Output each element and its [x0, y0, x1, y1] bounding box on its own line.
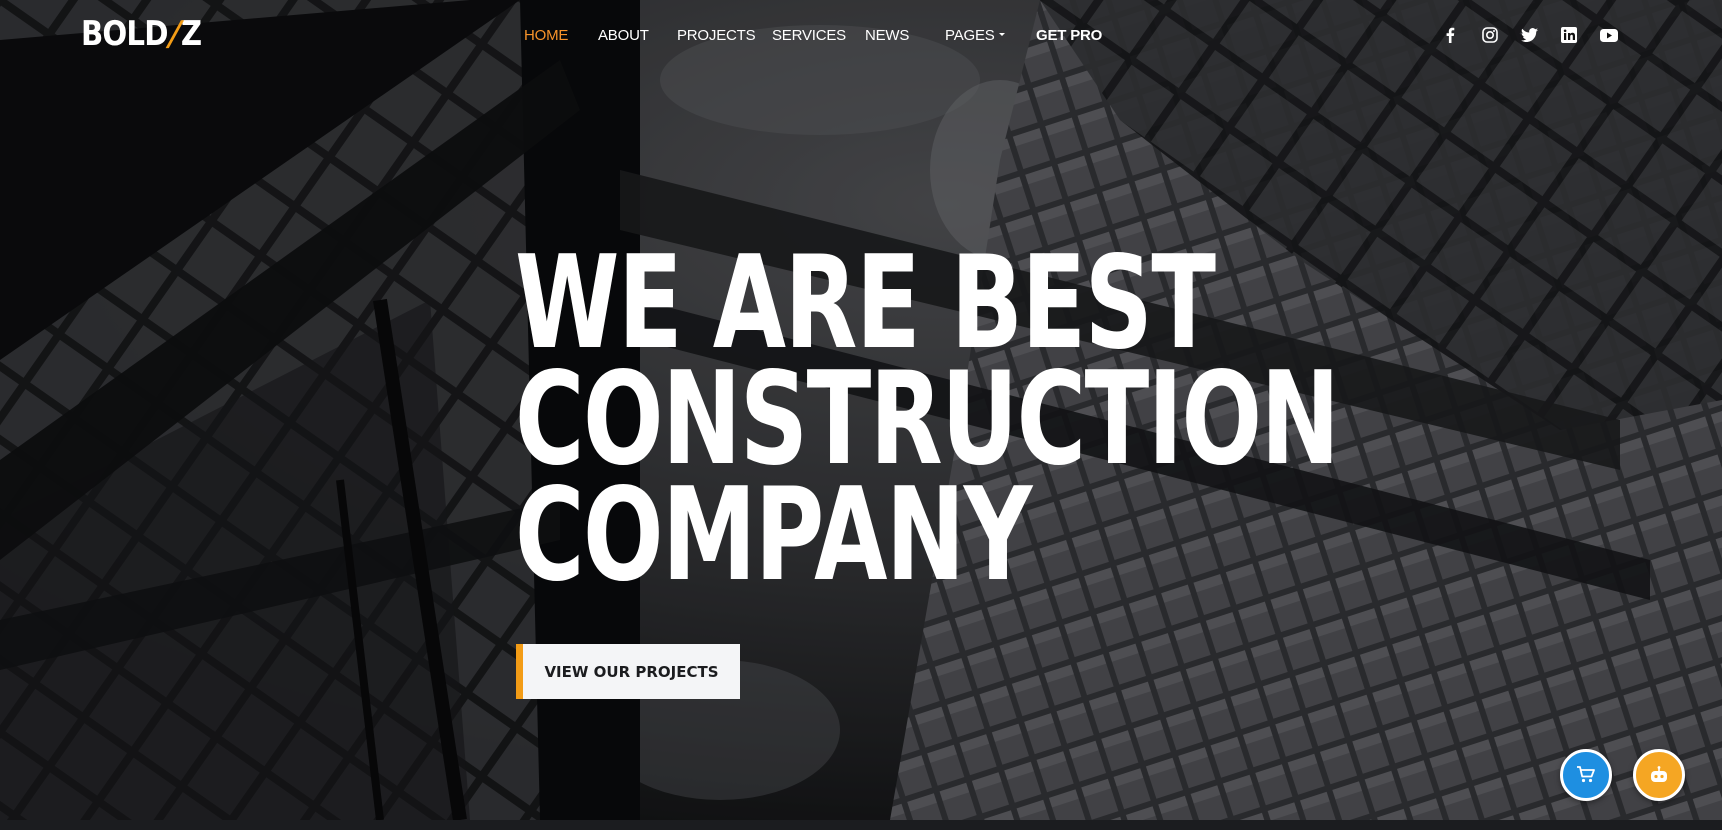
footer-edge — [0, 820, 1722, 830]
view-projects-button[interactable]: VIEW OUR PROJECTS — [516, 644, 740, 699]
nav-about[interactable]: ABOUT — [598, 22, 649, 50]
chatbot-button[interactable] — [1633, 749, 1685, 801]
cart-button[interactable] — [1560, 749, 1612, 801]
logo-text-right: Z — [180, 14, 202, 54]
instagram-icon[interactable] — [1479, 24, 1501, 46]
nav-get-pro[interactable]: GET PRO — [1036, 22, 1102, 50]
nav-news[interactable]: NEWS — [865, 22, 909, 50]
nav-pages-label: PAGES — [945, 27, 995, 44]
twitter-icon[interactable] — [1518, 24, 1540, 46]
cart-icon — [1577, 766, 1595, 783]
headline-line-3: COMPANY — [515, 461, 1032, 610]
hero-headline: WE ARE BEST CONSTRUCTION COMPANY — [515, 240, 1628, 610]
youtube-icon[interactable] — [1598, 24, 1620, 46]
site-logo[interactable]: BOLD / Z — [81, 14, 202, 54]
robot-icon — [1651, 766, 1667, 782]
nav-projects[interactable]: PROJECTS — [677, 22, 756, 50]
linkedin-icon[interactable] — [1558, 24, 1580, 46]
nav-services[interactable]: SERVICES — [772, 22, 846, 50]
chevron-down-icon — [998, 32, 1005, 36]
logo-text-left: BOLD — [81, 14, 168, 54]
nav-home[interactable]: HOME — [524, 22, 568, 50]
nav-pages[interactable]: PAGES — [945, 22, 1005, 50]
facebook-icon[interactable] — [1439, 24, 1461, 46]
